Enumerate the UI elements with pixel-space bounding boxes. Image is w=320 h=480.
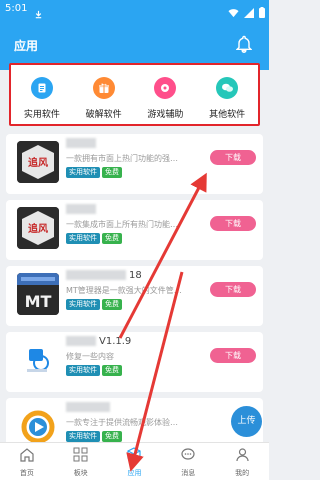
app-thumb-text: 追风 (28, 222, 48, 235)
app-description: 修复一些内容 (66, 352, 114, 361)
category-bar: 实用软件 破解软件 游戏辅助 其他软件 (9, 63, 260, 126)
free-tag: 免费 (102, 167, 122, 178)
gift-icon (92, 77, 115, 99)
download-button[interactable]: 下载 (210, 216, 256, 231)
category-label: 破解软件 (85, 110, 122, 120)
nav-label: 首页 (19, 469, 34, 477)
app-thumbnail: 追风 (17, 207, 59, 249)
free-tag: 免费 (102, 299, 122, 310)
home-icon (19, 447, 35, 466)
category-practical[interactable]: 实用软件 (11, 65, 73, 124)
app-card[interactable]: MT 18 MT管理器是一款强大的文件管… 实用软件 免费 下载 (6, 266, 263, 326)
category-tag: 实用软件 (66, 431, 100, 442)
free-tag: 免费 (102, 233, 122, 244)
category-label: 实用软件 (23, 110, 60, 120)
bottom-nav: 首页 板块 应用 消息 我的 (0, 442, 269, 480)
app-description: MT管理器是一款强大的文件管… (66, 286, 182, 295)
app-thumbnail (17, 405, 59, 447)
nav-label: 我的 (235, 469, 250, 477)
app-root: 5:01 应用 实用软件 破解软件 游戏辅助 其他软件 追风 一款拥有市面上热门… (0, 0, 269, 480)
app-thumbnail (17, 339, 59, 381)
app-name: 18 (66, 270, 142, 281)
app-thumbnail: MT (17, 273, 59, 315)
nav-label: 板块 (73, 469, 88, 477)
app-name (66, 138, 99, 149)
app-name (66, 204, 99, 215)
category-cracked[interactable]: 破解软件 (73, 65, 135, 124)
page-title: 应用 (14, 39, 39, 53)
doc-icon (30, 77, 53, 99)
nav-label: 应用 (127, 469, 142, 477)
category-game-assist[interactable]: 游戏辅助 (135, 65, 197, 124)
nav-boards[interactable]: 板块 (54, 443, 108, 480)
grid-icon (73, 447, 88, 466)
app-card[interactable]: V1.1.9 修复一些内容 实用软件 免费 下载 (6, 332, 263, 392)
upload-button[interactable]: 上传 (231, 406, 262, 437)
app-description: 一款拥有市面上热门功能的强… (66, 154, 178, 163)
box-icon (126, 447, 142, 466)
nav-apps[interactable]: 应用 (108, 443, 162, 480)
app-description: 一款集成市面上所有热门功能… (66, 220, 178, 229)
category-tag: 实用软件 (66, 299, 100, 310)
chat-icon (216, 77, 239, 99)
download-button[interactable]: 下载 (210, 150, 256, 165)
message-icon (180, 447, 196, 466)
status-bar: 5:01 (0, 0, 269, 20)
app-card[interactable]: 追风 一款集成市面上所有热门功能… 实用软件 免费 下载 (6, 200, 263, 260)
category-tag: 实用软件 (66, 167, 100, 178)
app-thumb-text: 追风 (28, 156, 48, 169)
category-label: 游戏辅助 (147, 110, 184, 120)
app-thumb-text: MT (25, 292, 52, 311)
user-icon (235, 447, 250, 466)
category-tag: 实用软件 (66, 233, 100, 244)
game-icon (154, 77, 177, 99)
bell-icon[interactable] (235, 35, 253, 57)
app-name (66, 402, 113, 413)
free-tag: 免费 (102, 431, 122, 442)
download-button[interactable]: 下载 (210, 348, 256, 363)
nav-messages[interactable]: 消息 (161, 443, 215, 480)
nav-label: 消息 (181, 469, 196, 477)
category-tag: 实用软件 (66, 365, 100, 376)
app-thumbnail: 追风 (17, 141, 59, 183)
category-other[interactable]: 其他软件 (196, 65, 258, 124)
download-button[interactable]: 下载 (210, 282, 256, 297)
category-label: 其他软件 (209, 110, 246, 120)
app-card[interactable]: 追风 一款拥有市面上热门功能的强… 实用软件 免费 下载 (6, 134, 263, 194)
app-description: 一款专注于提供流畅观影体验… (66, 418, 178, 427)
free-tag: 免费 (102, 365, 122, 376)
nav-home[interactable]: 首页 (0, 443, 54, 480)
status-time: 5:01 (5, 3, 28, 14)
nav-mine[interactable]: 我的 (215, 443, 269, 480)
app-name: V1.1.9 (66, 336, 131, 347)
